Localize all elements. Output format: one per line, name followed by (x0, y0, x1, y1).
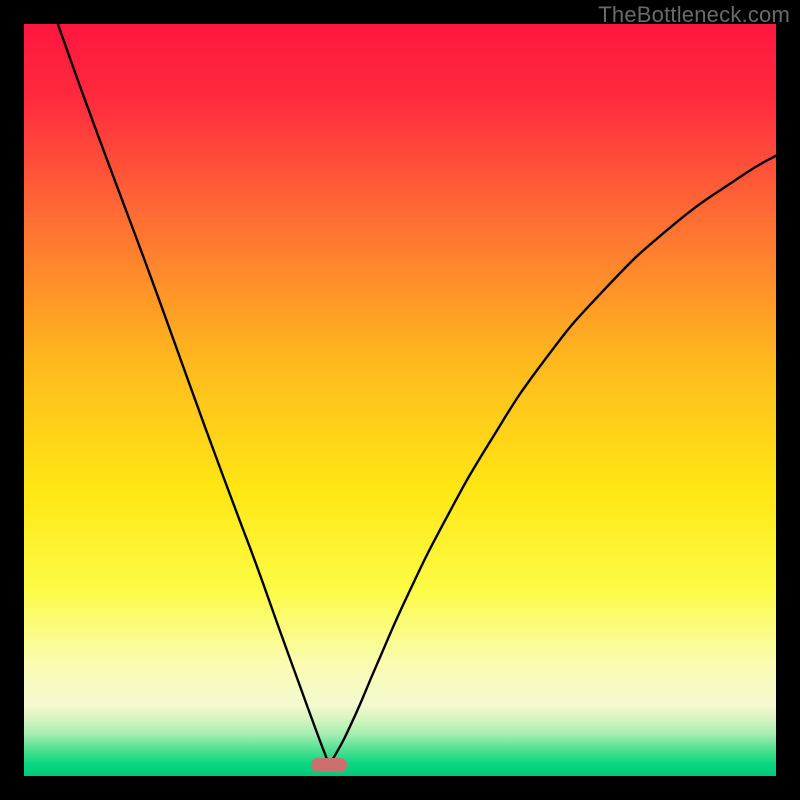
minimum-marker (311, 758, 347, 772)
watermark-label: TheBottleneck.com (598, 2, 790, 28)
chart-background (24, 24, 776, 776)
chart-plot (24, 24, 776, 776)
chart-frame (24, 24, 776, 776)
